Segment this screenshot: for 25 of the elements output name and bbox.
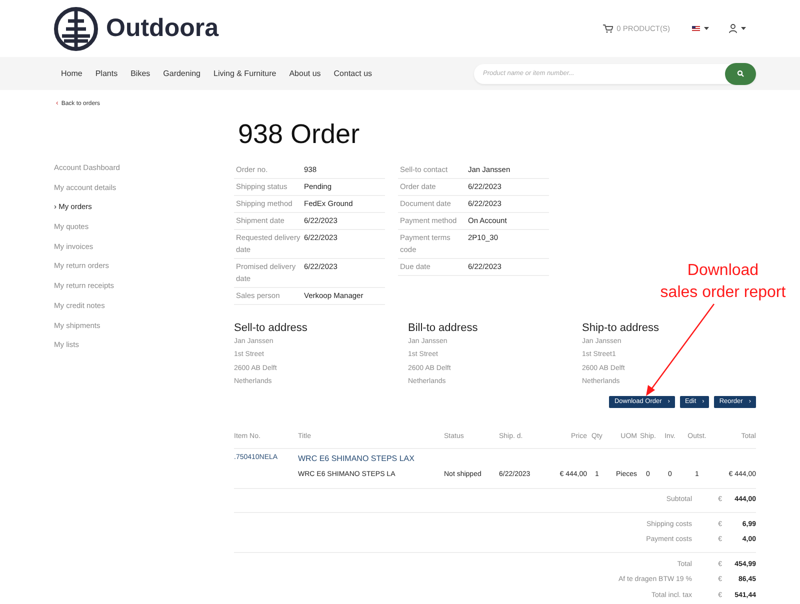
nav-link[interactable]: Contact us	[334, 68, 372, 80]
annotation-text: Download	[687, 261, 759, 281]
address-heading: Bill-to address	[408, 321, 479, 335]
nav-link[interactable]: Plants	[95, 68, 118, 80]
address-heading: Sell-to address	[234, 321, 308, 335]
nav-link[interactable]: Gardening	[163, 68, 200, 80]
cart-icon	[602, 24, 613, 33]
user-icon	[729, 24, 737, 33]
nav-link[interactable]: About us	[289, 68, 321, 80]
flag-icon	[692, 26, 700, 31]
logo-text: Outdoora	[106, 12, 218, 44]
search-button[interactable]	[725, 62, 756, 84]
nav-link[interactable]: Living & Furniture	[214, 68, 276, 80]
language-selector[interactable]	[692, 26, 709, 31]
caret-icon	[704, 27, 709, 30]
search-icon	[737, 70, 744, 77]
item-title-link[interactable]: WRC E6 SHIMANO STEPS LAX	[298, 452, 414, 465]
nav-link[interactable]: Home	[61, 68, 82, 80]
nav-link[interactable]: Bikes	[130, 68, 150, 80]
tree-logo-icon[interactable]	[54, 6, 98, 50]
annotation-text: sales order report	[660, 283, 786, 303]
order-title: 938 Order	[238, 118, 361, 150]
caret-icon	[741, 27, 746, 30]
address-heading: Ship-to address	[582, 321, 660, 335]
account-menu[interactable]	[729, 24, 746, 33]
